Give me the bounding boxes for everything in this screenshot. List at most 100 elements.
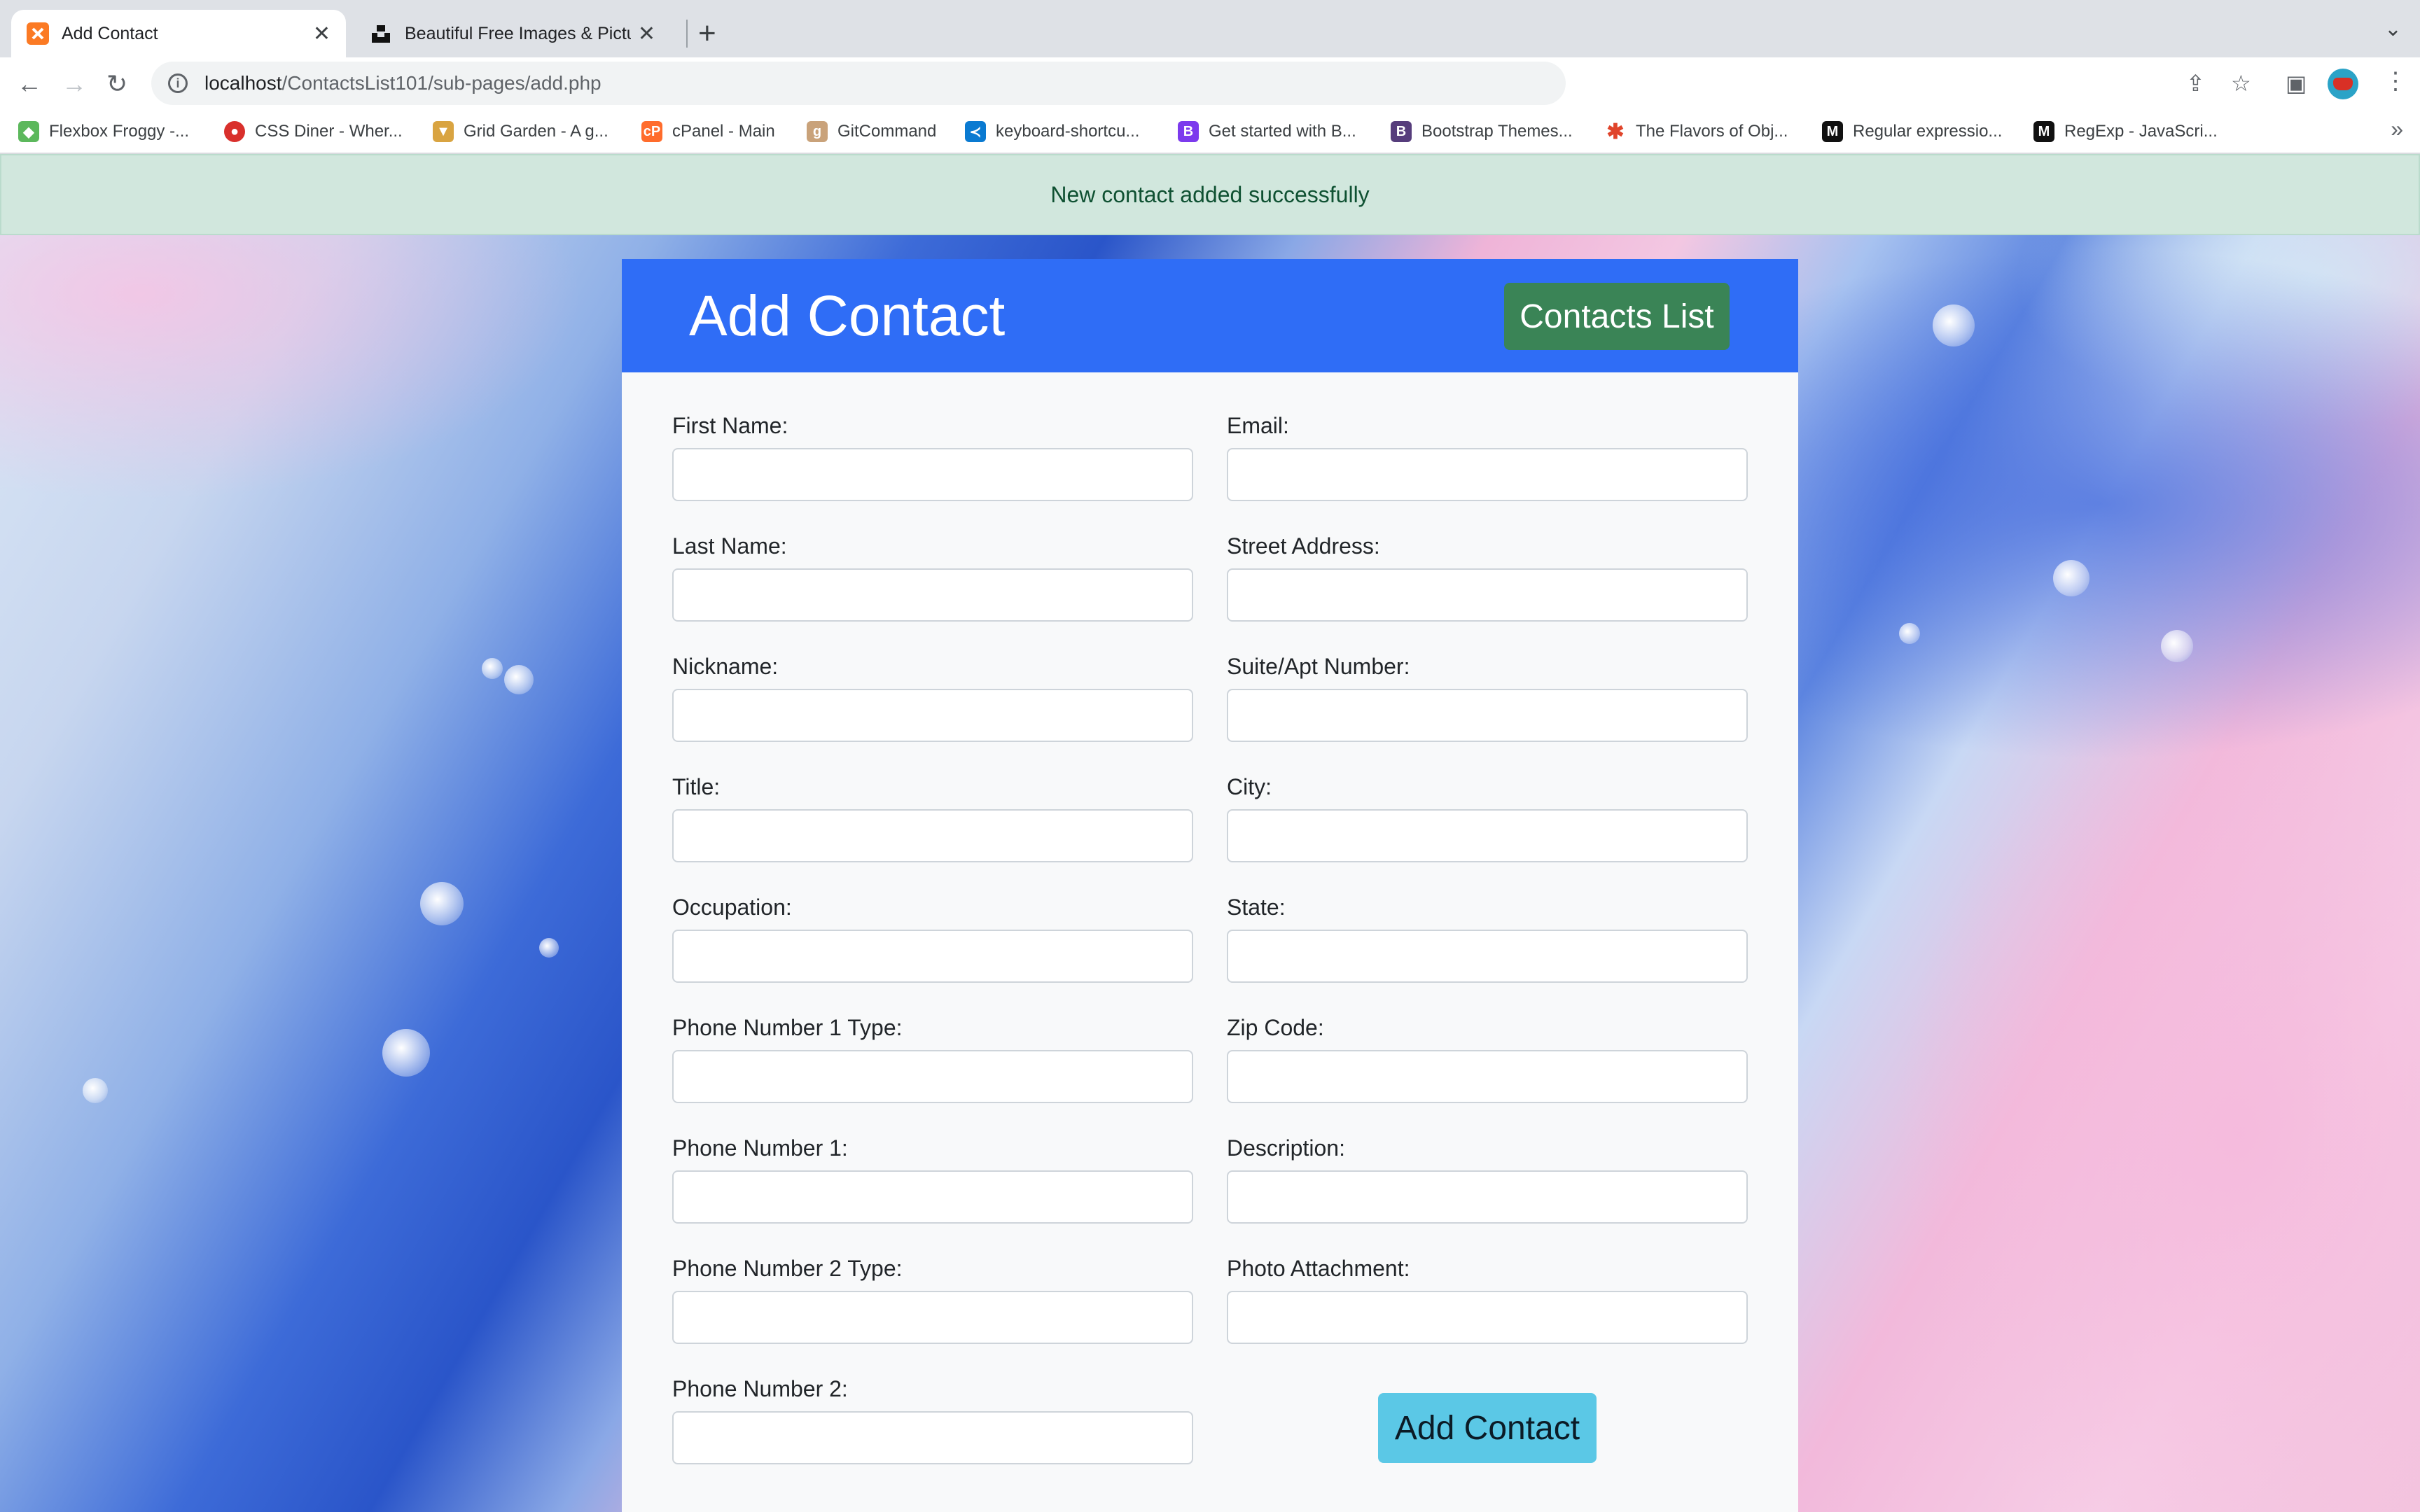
last-name-group: Last Name: xyxy=(672,531,1193,622)
plate-icon: ● xyxy=(224,121,245,142)
bookmark-item[interactable]: M Regular expressio... xyxy=(1822,118,2002,146)
phone-2-input[interactable] xyxy=(672,1411,1193,1464)
bookmark-label: CSS Diner - Wher... xyxy=(255,122,403,141)
street-address-label: Street Address: xyxy=(1227,533,1380,559)
bootstrap-icon: B xyxy=(1178,121,1199,142)
bookmark-label: RegExp - JavaScri... xyxy=(2064,122,2218,141)
tab-strip: Add Contact ✕ Beautiful Free Images & Pi… xyxy=(0,0,2420,57)
address-bar[interactable]: i localhost/ContactsList101/sub-pages/ad… xyxy=(151,62,1566,105)
phone-2-label: Phone Number 2: xyxy=(672,1376,848,1401)
background-bubble xyxy=(1933,304,1975,346)
photo-attachment-input[interactable] xyxy=(1227,1291,1748,1344)
bookmark-label: cPanel - Main xyxy=(672,122,775,141)
zip-code-input[interactable] xyxy=(1227,1050,1748,1103)
side-panel-icon[interactable]: ▣ xyxy=(2286,70,2307,97)
tab-title: Beautiful Free Images & Pictures xyxy=(405,23,631,43)
street-address-group: Street Address: xyxy=(1227,531,1748,622)
bookmark-item[interactable]: ≺ keyboard-shortcu... xyxy=(965,118,1139,146)
bookmark-label: Get started with B... xyxy=(1209,122,1356,141)
bookmark-item[interactable]: g GitCommand xyxy=(807,118,936,146)
background-bubble xyxy=(539,938,559,958)
first-name-input[interactable] xyxy=(672,448,1193,501)
bookmark-item[interactable]: ▼ Grid Garden - A g... xyxy=(433,118,609,146)
new-tab-icon[interactable]: + xyxy=(698,15,716,52)
email-input[interactable] xyxy=(1227,448,1748,501)
vscode-icon: ≺ xyxy=(965,121,986,142)
city-input[interactable] xyxy=(1227,809,1748,862)
background-bubble xyxy=(2161,630,2193,662)
bookmark-item[interactable]: B Get started with B... xyxy=(1178,118,1356,146)
mdn-icon: M xyxy=(2033,121,2054,142)
background-bubble xyxy=(482,658,503,679)
reload-icon[interactable]: ↻ xyxy=(106,70,127,98)
phone-1-input[interactable] xyxy=(672,1170,1193,1224)
bookmark-label: Bootstrap Themes... xyxy=(1421,122,1573,141)
alert-message: New contact added successfully xyxy=(1050,181,1370,207)
occupation-input[interactable] xyxy=(672,930,1193,983)
bookmarks-bar: ◆ Flexbox Froggy -... ● CSS Diner - Wher… xyxy=(0,111,2420,154)
street-address-input[interactable] xyxy=(1227,568,1748,622)
email-label: Email: xyxy=(1227,413,1289,438)
state-input[interactable] xyxy=(1227,930,1748,983)
photo-attachment-group: Photo Attachment: xyxy=(1227,1253,1748,1344)
share-icon[interactable]: ⇪ xyxy=(2186,70,2205,97)
description-input[interactable] xyxy=(1227,1170,1748,1224)
tab-add-contact[interactable]: Add Contact ✕ xyxy=(11,10,346,57)
first-name-label: First Name: xyxy=(672,413,788,438)
bookmark-label: Grid Garden - A g... xyxy=(464,122,609,141)
occupation-label: Occupation: xyxy=(672,895,792,920)
background-bubble xyxy=(420,882,464,925)
phone-2-group: Phone Number 2: xyxy=(672,1373,1193,1464)
profile-avatar[interactable] xyxy=(2328,69,2358,99)
page-viewport: New contact added successfully Add Conta… xyxy=(0,154,2420,1512)
bookmarks-overflow-icon[interactable]: » xyxy=(2391,116,2403,142)
phone-1-type-group: Phone Number 1 Type: xyxy=(672,1012,1193,1103)
close-icon[interactable]: ✕ xyxy=(638,22,655,46)
tab-unsplash[interactable]: Beautiful Free Images & Pictures ✕ xyxy=(354,10,671,57)
contacts-list-button[interactable]: Contacts List xyxy=(1504,283,1730,350)
bookmark-item[interactable]: ✱ The Flavors of Obj... xyxy=(1605,118,1788,146)
city-group: City: xyxy=(1227,771,1748,862)
close-icon[interactable]: ✕ xyxy=(313,22,331,46)
nickname-label: Nickname: xyxy=(672,654,779,679)
page-title: Add Contact xyxy=(689,284,1006,348)
back-arrow-icon[interactable]: ← xyxy=(17,70,42,98)
carrot-icon: ▼ xyxy=(433,121,454,142)
add-contact-button[interactable]: Add Contact xyxy=(1378,1393,1597,1463)
bookmark-item[interactable]: M RegExp - JavaScri... xyxy=(2033,118,2218,146)
background-bubble xyxy=(83,1078,108,1103)
phone-2-type-label: Phone Number 2 Type: xyxy=(672,1256,903,1281)
url-host: localhost xyxy=(204,72,282,94)
tab-title: Add Contact xyxy=(62,23,158,43)
xampp-icon xyxy=(27,22,49,45)
description-group: Description: xyxy=(1227,1133,1748,1224)
url-path: /ContactsList101/sub-pages/add.php xyxy=(281,72,601,94)
forward-arrow-icon[interactable]: → xyxy=(62,70,87,98)
bookmark-item[interactable]: B Bootstrap Themes... xyxy=(1391,118,1573,146)
title-input[interactable] xyxy=(672,809,1193,862)
star-icon[interactable]: ☆ xyxy=(2231,70,2251,97)
occupation-group: Occupation: xyxy=(672,892,1193,983)
more-menu-icon[interactable]: ⋮ xyxy=(2384,67,2407,95)
bookmark-item[interactable]: cP cPanel - Main xyxy=(641,118,775,146)
bookmark-label: The Flavors of Obj... xyxy=(1636,122,1788,141)
zip-code-label: Zip Code: xyxy=(1227,1015,1324,1040)
info-icon[interactable]: i xyxy=(168,74,188,93)
bookmark-label: Regular expressio... xyxy=(1853,122,2003,141)
background-bubble xyxy=(2053,560,2089,596)
phone-1-type-label: Phone Number 1 Type: xyxy=(672,1015,903,1040)
title-group: Title: xyxy=(672,771,1193,862)
unsplash-icon xyxy=(370,22,392,45)
city-label: City: xyxy=(1227,774,1272,799)
description-label: Description: xyxy=(1227,1135,1345,1161)
suite-apt-input[interactable] xyxy=(1227,689,1748,742)
phone-1-label: Phone Number 1: xyxy=(672,1135,848,1161)
last-name-input[interactable] xyxy=(672,568,1193,622)
phone-1-type-input[interactable] xyxy=(672,1050,1193,1103)
bookmark-item[interactable]: ● CSS Diner - Wher... xyxy=(224,118,403,146)
phone-2-type-input[interactable] xyxy=(672,1291,1193,1344)
chevron-down-icon[interactable]: ⌄ xyxy=(2384,17,2402,41)
bookmark-item[interactable]: ◆ Flexbox Froggy -... xyxy=(18,118,189,146)
nickname-input[interactable] xyxy=(672,689,1193,742)
email-group: Email: xyxy=(1227,410,1748,501)
